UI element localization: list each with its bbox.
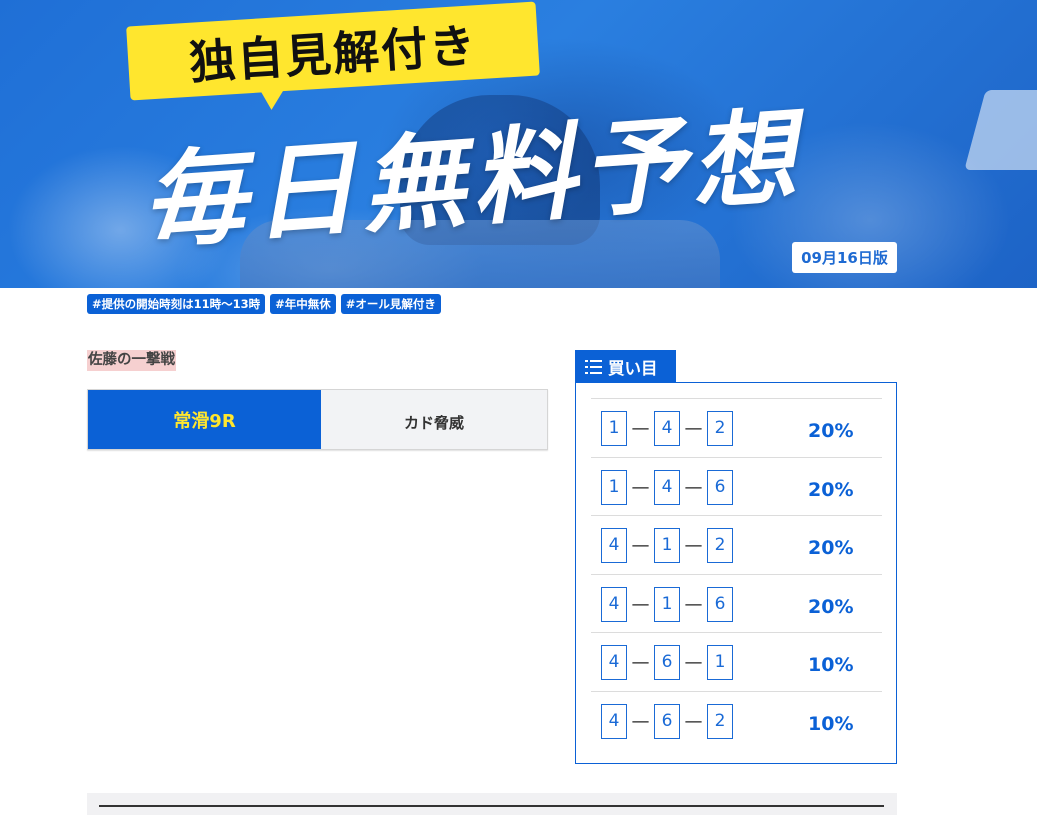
- bet-row: 1 — 4 — 6 20%: [591, 457, 882, 516]
- bet-number: 1: [601, 410, 627, 446]
- race-tabs: 常滑9R カド脅威: [87, 389, 548, 450]
- bet-number: 2: [707, 527, 733, 563]
- tab-race[interactable]: 常滑9R: [88, 390, 321, 449]
- hero-banner: 独自見解付き 毎日無料予想 09月16日版: [0, 0, 1037, 288]
- bet-percentage: 20%: [808, 596, 854, 618]
- tag-all-commentary[interactable]: #オール見解付き: [340, 294, 441, 314]
- bets-header-label: 買い目: [608, 358, 658, 378]
- bet-row: 1 — 4 — 2 20%: [591, 398, 882, 457]
- bets-header: 買い目: [575, 350, 676, 383]
- bet-dash: —: [631, 417, 650, 439]
- bet-dash: —: [631, 651, 650, 673]
- bet-dash: —: [684, 593, 703, 615]
- bet-dash: —: [684, 534, 703, 556]
- bet-number: 1: [707, 644, 733, 680]
- bet-dash: —: [684, 710, 703, 732]
- bet-number: 1: [654, 527, 680, 563]
- bet-percentage: 10%: [808, 713, 854, 735]
- divider: [99, 805, 884, 807]
- bet-row: 4 — 6 — 1 10%: [591, 632, 882, 691]
- bet-percentage: 10%: [808, 654, 854, 676]
- bet-dash: —: [631, 593, 650, 615]
- bet-dash: —: [684, 476, 703, 498]
- bet-number: 2: [707, 703, 733, 739]
- bet-number: 6: [654, 703, 680, 739]
- bet-dash: —: [631, 710, 650, 732]
- tag-list: #提供の開始時刻は11時〜13時 #年中無休 #オール見解付き: [87, 294, 441, 314]
- bet-number: 4: [654, 410, 680, 446]
- bet-row: 4 — 1 — 6 20%: [591, 574, 882, 633]
- bet-number: 4: [601, 703, 627, 739]
- bet-number: 4: [601, 586, 627, 622]
- bet-number: 4: [654, 469, 680, 505]
- bet-number: 2: [707, 410, 733, 446]
- author-name: 佐藤の一撃戦: [87, 350, 176, 371]
- bet-row: 4 — 1 — 2 20%: [591, 515, 882, 574]
- bet-number: 4: [601, 527, 627, 563]
- bet-dash: —: [684, 651, 703, 673]
- bet-number: 4: [601, 644, 627, 680]
- bottom-panel: [87, 793, 897, 815]
- bets-panel: 1 — 4 — 2 20% 1 — 4 — 6 20% 4 — 1 — 2 20…: [575, 382, 897, 764]
- bet-percentage: 20%: [808, 479, 854, 501]
- bet-dash: —: [631, 534, 650, 556]
- bet-dash: —: [631, 476, 650, 498]
- tag-year-round[interactable]: #年中無休: [270, 294, 336, 314]
- bet-number: 6: [654, 644, 680, 680]
- bubble-text: 独自見解付き: [187, 18, 479, 90]
- bet-percentage: 20%: [808, 537, 854, 559]
- bet-number: 6: [707, 586, 733, 622]
- bet-number: 6: [707, 469, 733, 505]
- bet-number: 1: [601, 469, 627, 505]
- bet-number: 1: [654, 586, 680, 622]
- bet-dash: —: [684, 417, 703, 439]
- bet-percentage: 20%: [808, 420, 854, 442]
- list-icon: [585, 359, 602, 374]
- tag-start-time[interactable]: #提供の開始時刻は11時〜13時: [87, 294, 266, 314]
- tab-outlook[interactable]: カド脅威: [321, 390, 547, 449]
- edition-badge: 09月16日版: [792, 242, 897, 273]
- bet-row: 4 — 6 — 2 10%: [591, 691, 882, 750]
